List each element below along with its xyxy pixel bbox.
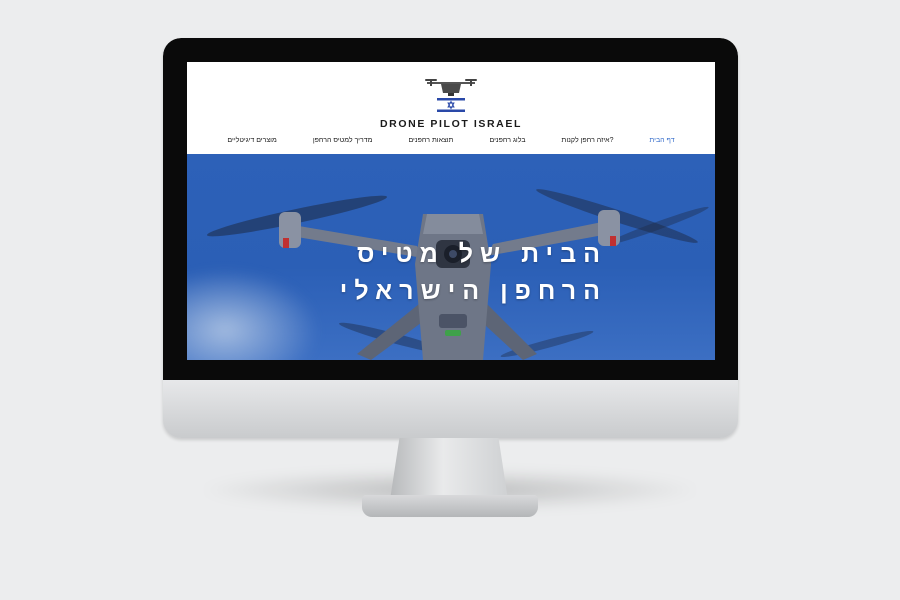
monitor: DRONE PILOT ISRAEL דף הבית איזה רחפן לקנ… [163, 38, 738, 438]
nav-home[interactable]: דף הבית [649, 137, 674, 149]
desktop-scene: DRONE PILOT ISRAEL דף הבית איזה רחפן לקנ… [0, 0, 900, 600]
hero-heading: הבית של מטיס הרחפן הישראלי [247, 236, 607, 310]
monitor-stand-neck [390, 438, 508, 500]
site-header: DRONE PILOT ISRAEL דף הבית איזה רחפן לקנ… [187, 62, 715, 154]
hero-banner: הבית של מטיס הרחפן הישראלי [187, 154, 715, 360]
nav-results[interactable]: תוצאות רחפנים [408, 137, 453, 149]
drone-with-israel-flag-icon[interactable] [423, 76, 479, 114]
monitor-stand-base [362, 495, 538, 517]
nav-which-drone[interactable]: איזה רחפן לקנות? [562, 137, 614, 149]
hero-heading-line-1: הבית של מטיס [356, 240, 607, 268]
brand-title[interactable]: DRONE PILOT ISRAEL [187, 118, 715, 130]
website-screen: DRONE PILOT ISRAEL דף הבית איזה רחפן לקנ… [187, 62, 715, 360]
nav-blog[interactable]: בלוג רחפנים [489, 137, 525, 149]
monitor-chin [163, 380, 738, 438]
nav-digital-products[interactable]: מוצרים דיגיטליים [227, 137, 276, 149]
main-nav: דף הבית איזה רחפן לקנות? בלוג רחפנים תוצ… [187, 137, 715, 149]
hero-heading-line-2: הרחפן הישראלי [339, 277, 607, 305]
nav-pilot-guide[interactable]: מדריך למטיס הרחפן [313, 137, 373, 149]
